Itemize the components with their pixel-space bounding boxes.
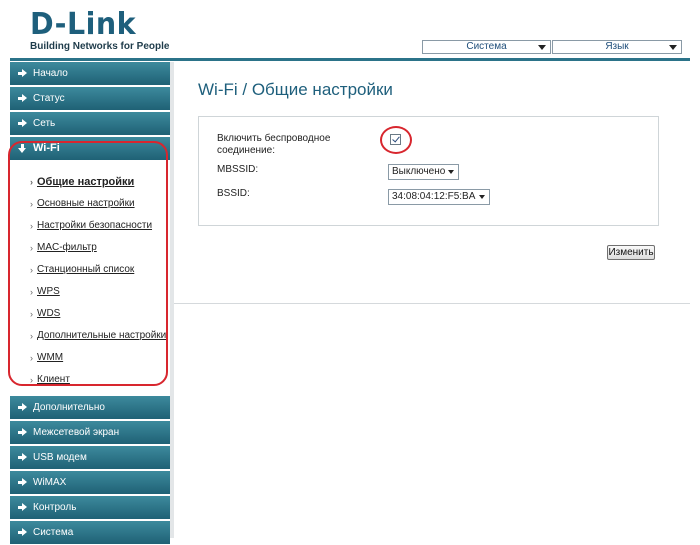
submenu-item-security-settings[interactable]: Настройки безопасности	[10, 215, 170, 237]
sidebar-item-label: WiMAX	[33, 477, 67, 488]
chevron-down-icon	[538, 45, 546, 50]
sidebar-item-wimax[interactable]: WiMAX	[10, 471, 170, 494]
submenu-item-wmm[interactable]: WMM	[10, 347, 170, 369]
main-content: Wi-Fi / Общие настройки Включить беспров…	[174, 62, 690, 304]
header-divider	[10, 58, 690, 61]
sidebar-item-label: USB модем	[33, 452, 87, 463]
arrow-right-icon	[18, 503, 27, 512]
sidebar-item-label: Сеть	[33, 118, 56, 129]
language-menu-dropdown[interactable]: Язык	[552, 40, 682, 54]
submenu-item-wds[interactable]: WDS	[10, 303, 170, 325]
sidebar-item-label: Wi-Fi	[33, 142, 60, 154]
arrow-right-icon	[18, 478, 27, 487]
bssid-value: 34:08:04:12:F5:BA	[392, 191, 476, 202]
bssid-select[interactable]: 34:08:04:12:F5:BA	[388, 189, 490, 205]
logo-text: D-Link	[30, 7, 137, 42]
settings-form: Включить беспроводное соединение: MBSSID…	[198, 116, 659, 226]
sidebar-item-label: Статус	[33, 93, 65, 104]
arrow-right-icon	[18, 94, 27, 103]
logo-tagline: Building Networks for People	[30, 41, 170, 52]
sidebar-item-network[interactable]: Сеть	[10, 112, 170, 135]
sidebar-item-usb-modem[interactable]: USB модем	[10, 446, 170, 469]
submenu-item-advanced-settings[interactable]: Дополнительные настройки	[10, 325, 170, 347]
submenu-item-station-list[interactable]: Станционный список	[10, 259, 170, 281]
chevron-down-icon	[448, 170, 454, 174]
sidebar-item-label: Дополнительно	[33, 402, 105, 413]
sidebar-item-label: Система	[33, 527, 74, 538]
checkbox-highlight-annotation	[380, 126, 412, 154]
sidebar-item-label: Межсетевой экран	[33, 427, 120, 438]
mbssid-value: Выключено	[392, 166, 446, 177]
sidebar-item-label: Контроль	[33, 502, 77, 513]
enable-wireless-label: Включить беспроводное соединение:	[217, 133, 331, 156]
sidebar-item-system[interactable]: Система	[10, 521, 170, 544]
bssid-label: BSSID:	[217, 188, 250, 199]
sidebar-item-firewall[interactable]: Межсетевой экран	[10, 421, 170, 444]
arrow-down-icon	[18, 144, 27, 153]
language-menu-label: Язык	[605, 41, 629, 52]
arrow-right-icon	[18, 69, 27, 78]
mbssid-label: MBSSID:	[217, 164, 259, 175]
sidebar-nav: Начало Статус Сеть Wi-Fi Общие настройки…	[10, 62, 170, 545]
change-button[interactable]: Изменить	[607, 245, 655, 260]
submenu-item-basic-settings[interactable]: Основные настройки	[10, 193, 170, 215]
chevron-down-icon	[479, 195, 485, 199]
sidebar-item-wifi[interactable]: Wi-Fi	[10, 137, 170, 160]
mbssid-select[interactable]: Выключено	[388, 164, 459, 180]
arrow-right-icon	[18, 403, 27, 412]
arrow-right-icon	[18, 528, 27, 537]
system-menu-label: Система	[466, 41, 507, 52]
arrow-right-icon	[18, 119, 27, 128]
sidebar-item-status[interactable]: Статус	[10, 87, 170, 110]
submenu-item-client[interactable]: Клиент	[10, 369, 170, 391]
submenu-item-general-settings[interactable]: Общие настройки	[10, 171, 170, 193]
sidebar-item-start[interactable]: Начало	[10, 62, 170, 85]
arrow-right-icon	[18, 428, 27, 437]
sidebar-item-control[interactable]: Контроль	[10, 496, 170, 519]
system-menu-dropdown[interactable]: Система	[422, 40, 551, 54]
page-title: Wi-Fi / Общие настройки	[198, 80, 393, 99]
arrow-right-icon	[18, 453, 27, 462]
wifi-submenu: Общие настройки Основные настройки Настр…	[10, 162, 170, 394]
sidebar-item-advanced[interactable]: Дополнительно	[10, 396, 170, 419]
submenu-item-mac-filter[interactable]: MAC-фильтр	[10, 237, 170, 259]
sidebar-item-label: Начало	[33, 68, 68, 79]
chevron-down-icon	[669, 45, 677, 50]
dlink-logo: D-Link Building Networks for People	[30, 7, 170, 53]
submenu-item-wps[interactable]: WPS	[10, 281, 170, 303]
